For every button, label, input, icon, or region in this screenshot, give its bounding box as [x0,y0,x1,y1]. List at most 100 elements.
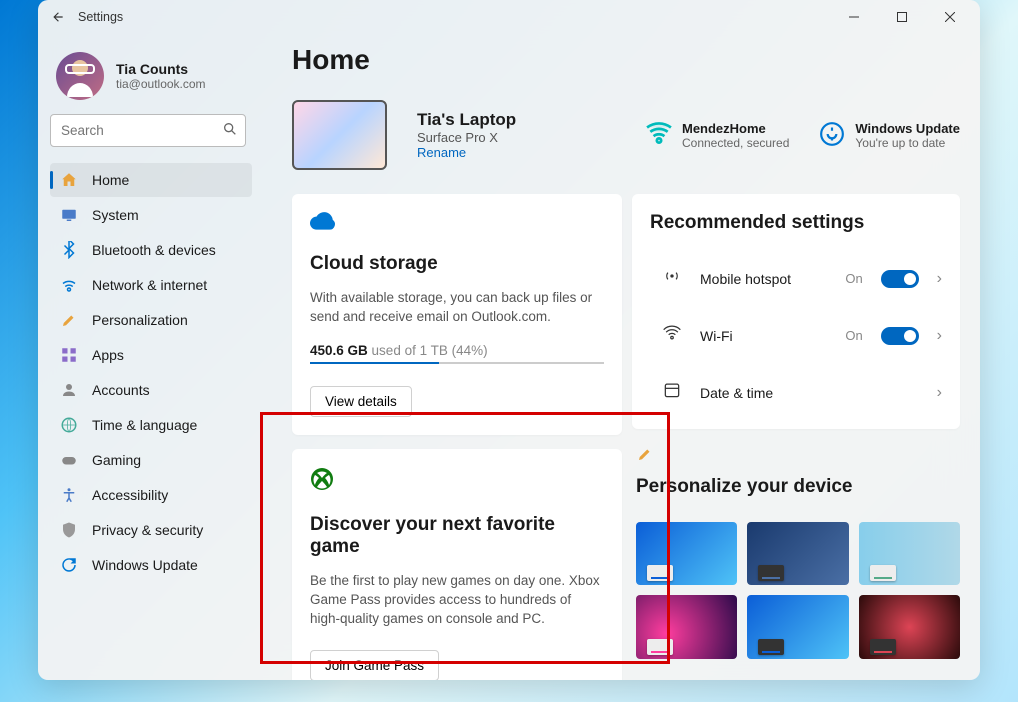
nav-label: Accessibility [92,487,168,503]
nav: Home System Bluetooth & devices Network … [50,163,252,582]
person-icon [60,381,78,399]
nav-system[interactable]: System [50,198,252,232]
search-input[interactable] [50,114,246,147]
nav-label: Gaming [92,452,141,468]
wifi-sub: Connected, secured [682,136,789,150]
nav-home[interactable]: Home [50,163,252,197]
update-icon [60,556,78,574]
titlebar: Settings [38,0,980,34]
device-name: Tia's Laptop [417,110,516,130]
nav-label: Personalization [92,312,188,328]
calendar-icon [662,380,682,405]
nav-label: Privacy & security [92,522,203,538]
theme-grid [636,522,960,659]
brush-icon [60,311,78,329]
wifi-icon [662,323,682,348]
profile-name: Tia Counts [116,61,206,77]
wifi-label: MendezHome [682,121,789,136]
nav-accessibility[interactable]: Accessibility [50,478,252,512]
back-button[interactable] [46,5,70,29]
nav-label: System [92,207,139,223]
nav-label: Windows Update [92,557,198,573]
card-heading: Cloud storage [310,253,604,275]
personalize-section: Personalize your device [632,439,960,659]
device-thumbnail [292,100,387,170]
update-label: Windows Update [855,121,960,136]
setting-label: Wi-Fi [700,328,827,344]
device-header: Tia's Laptop Surface Pro X Rename Mendez… [292,100,960,170]
gamepad-icon [60,451,78,469]
nav-label: Accounts [92,382,150,398]
nav-label: Apps [92,347,124,363]
theme-tile[interactable] [747,522,848,585]
chevron-right-icon: › [937,270,942,288]
sidebar: Tia Counts tia@outlook.com Home System B… [38,34,260,680]
recommended-settings-card: Recommended settings Mobile hotspot On ›… [632,194,960,429]
nav-label: Home [92,172,129,188]
globe-icon [60,416,78,434]
toggle-switch[interactable] [881,327,919,345]
window-controls [842,5,972,29]
accessibility-icon [60,486,78,504]
nav-label: Network & internet [92,277,207,293]
minimize-button[interactable] [842,5,866,29]
nav-network[interactable]: Network & internet [50,268,252,302]
page-title: Home [292,44,960,76]
nav-personalization[interactable]: Personalization [50,303,252,337]
search-icon [222,121,238,142]
device-model: Surface Pro X [417,130,516,145]
join-gamepass-button[interactable]: Join Game Pass [310,650,439,680]
maximize-button[interactable] [890,5,914,29]
brush-icon [636,445,960,468]
theme-tile[interactable] [636,522,737,585]
setting-hotspot[interactable]: Mobile hotspot On › [650,252,954,305]
nav-update[interactable]: Windows Update [50,548,252,582]
card-text: Be the first to play new games on day on… [310,572,604,629]
theme-tile[interactable] [859,522,960,585]
nav-bluetooth[interactable]: Bluetooth & devices [50,233,252,267]
settings-window: Settings Tia Counts tia@outlook.com Home [38,0,980,680]
update-icon [819,121,845,147]
nav-privacy[interactable]: Privacy & security [50,513,252,547]
apps-icon [60,346,78,364]
update-status[interactable]: Windows UpdateYou're up to date [819,121,960,150]
view-details-button[interactable]: View details [310,386,412,417]
avatar [56,52,104,100]
toggle-switch[interactable] [881,270,919,288]
nav-accounts[interactable]: Accounts [50,373,252,407]
nav-gaming[interactable]: Gaming [50,443,252,477]
close-button[interactable] [938,5,962,29]
bluetooth-icon [60,241,78,259]
nav-label: Time & language [92,417,197,433]
nav-label: Bluetooth & devices [92,242,216,258]
theme-tile[interactable] [636,595,737,658]
home-icon [60,171,78,189]
card-heading: Discover your next favorite game [310,514,604,558]
toggle-state: On [845,328,862,343]
profile[interactable]: Tia Counts tia@outlook.com [50,46,252,114]
wifi-icon [60,276,78,294]
setting-label: Date & time [700,385,919,401]
profile-email: tia@outlook.com [116,77,206,91]
setting-datetime[interactable]: Date & time › [650,366,954,419]
chevron-right-icon: › [937,327,942,345]
section-heading: Recommended settings [650,212,954,234]
wifi-icon [646,121,672,147]
cloud-storage-card: Cloud storage With available storage, yo… [292,194,622,435]
xbox-icon [310,467,604,496]
toggle-state: On [845,271,862,286]
nav-apps[interactable]: Apps [50,338,252,372]
setting-wifi[interactable]: Wi-Fi On › [650,309,954,362]
main-content: Home Tia's Laptop Surface Pro X Rename M… [260,34,980,680]
system-icon [60,206,78,224]
nav-time[interactable]: Time & language [50,408,252,442]
rename-link[interactable]: Rename [417,145,516,160]
wifi-status[interactable]: MendezHomeConnected, secured [646,121,789,150]
section-heading: Personalize your device [636,476,960,510]
cloud-icon [310,212,604,235]
window-title: Settings [78,10,123,24]
theme-tile[interactable] [859,595,960,658]
chevron-right-icon: › [937,384,942,402]
theme-tile[interactable] [747,595,848,658]
gamepass-card: Discover your next favorite game Be the … [292,449,622,680]
